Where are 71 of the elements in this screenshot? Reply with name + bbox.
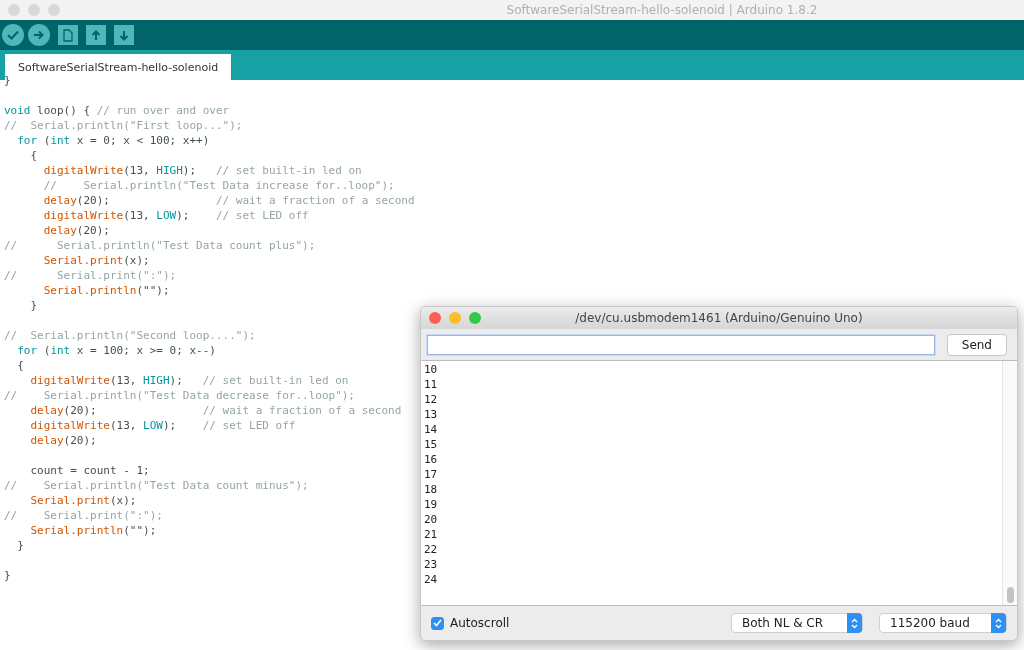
output-line: 17: [423, 467, 438, 482]
output-line: 11: [423, 377, 438, 392]
output-line: 23: [423, 557, 438, 572]
code-line: // Serial.println("Test Data decrease for..loop");: [3, 388, 355, 403]
window-close-button[interactable]: [429, 312, 441, 324]
code-line: delay(20);: [29, 433, 97, 448]
output-line: 21: [423, 527, 438, 542]
send-button[interactable]: Send: [946, 334, 1007, 356]
autoscroll-checkbox[interactable]: [431, 616, 444, 630]
output-line: 22: [423, 542, 438, 557]
output-line: 15: [423, 437, 438, 452]
chevron-updown-icon: [851, 617, 858, 629]
scrollbar-thumb[interactable]: [1006, 587, 1014, 603]
code-line: Serial.print(x);: [42, 253, 150, 268]
output-line: 18: [423, 482, 438, 497]
window-zoom-button[interactable]: [48, 4, 60, 16]
code-line: // Serial.println("First loop...");: [3, 118, 243, 133]
code-line: delay(20);: [42, 223, 110, 238]
code-line: void loop() { // run over and over: [3, 103, 230, 118]
code-line: {: [16, 358, 24, 373]
upload-button[interactable]: [28, 24, 50, 46]
code-line: // Serial.println("Test Data count plus");: [3, 238, 316, 253]
check-icon: [7, 30, 19, 40]
code-line: // Serial.println("Second loop....");: [3, 328, 256, 343]
output-line: 12: [423, 392, 438, 407]
code-line: // Serial.println("Test Data count minus");: [3, 478, 309, 493]
arrow-up-icon: [91, 29, 101, 41]
code-line: {: [29, 148, 38, 163]
chevron-updown-icon: [995, 617, 1002, 629]
code-line: // Serial.println("Test Data increase for..loop");: [42, 178, 395, 193]
open-button[interactable]: [86, 25, 106, 45]
output-line: 10: [423, 362, 438, 377]
code-line: digitalWrite(13, HIGH); // set built-in led on: [29, 373, 349, 388]
output-line: 19: [423, 497, 438, 512]
code-line: Serial.print(x);: [29, 493, 137, 508]
code-line: // Serial.print(":");: [3, 508, 163, 523]
code-line: for (int x = 0; x < 100; x++): [16, 133, 210, 148]
message-input-field[interactable]: [427, 335, 935, 355]
autoscroll-label: Autoscroll: [450, 616, 510, 630]
code-line: delay(20); // wait a fraction of a second: [29, 403, 402, 418]
code-line: Serial.println("");: [29, 523, 157, 538]
window-minimize-button[interactable]: [449, 312, 461, 324]
code-line: }: [29, 298, 38, 313]
arrow-right-icon: [33, 30, 45, 40]
code-line: count = count - 1;: [29, 463, 150, 478]
code-line: // Serial.print(":");: [3, 268, 177, 283]
new-button[interactable]: [58, 25, 78, 45]
window-zoom-button[interactable]: [469, 312, 481, 324]
output-line: 13: [423, 407, 438, 422]
code-line: digitalWrite(13, HIGH); // set built-in led on: [42, 163, 362, 178]
window-title: /dev/cu.usbmodem1461 (Arduino/Genuino Uno): [575, 311, 863, 325]
code-line: for (int x = 100; x >= 0; x--): [16, 343, 216, 358]
code-line: }: [16, 538, 24, 553]
output-line: 20: [423, 512, 438, 527]
code-line: }: [3, 568, 11, 583]
baud-rate-dropdown[interactable]: 115200 baud: [879, 613, 1007, 633]
arrow-down-icon: [119, 29, 129, 41]
code-line: digitalWrite(13, LOW); // set LED off: [29, 418, 296, 433]
document-icon: [63, 28, 73, 42]
code-line: delay(20); // wait a fraction of a second: [42, 193, 415, 208]
save-button[interactable]: [114, 25, 134, 45]
window-minimize-button[interactable]: [28, 4, 40, 16]
window-close-button[interactable]: [8, 4, 20, 16]
code-line: Serial.println("");: [42, 283, 170, 298]
output-line: 14: [423, 422, 438, 437]
verify-button[interactable]: [2, 24, 24, 46]
output-line: 24: [423, 572, 438, 587]
line-ending-dropdown[interactable]: Both NL & CR: [731, 613, 863, 633]
output-line: 16: [423, 452, 438, 467]
window-title: SoftwareSerialStream-hello-solenoid | Arduino 1.8.2: [506, 3, 818, 17]
code-line: digitalWrite(13, LOW); // set LED off: [42, 208, 309, 223]
